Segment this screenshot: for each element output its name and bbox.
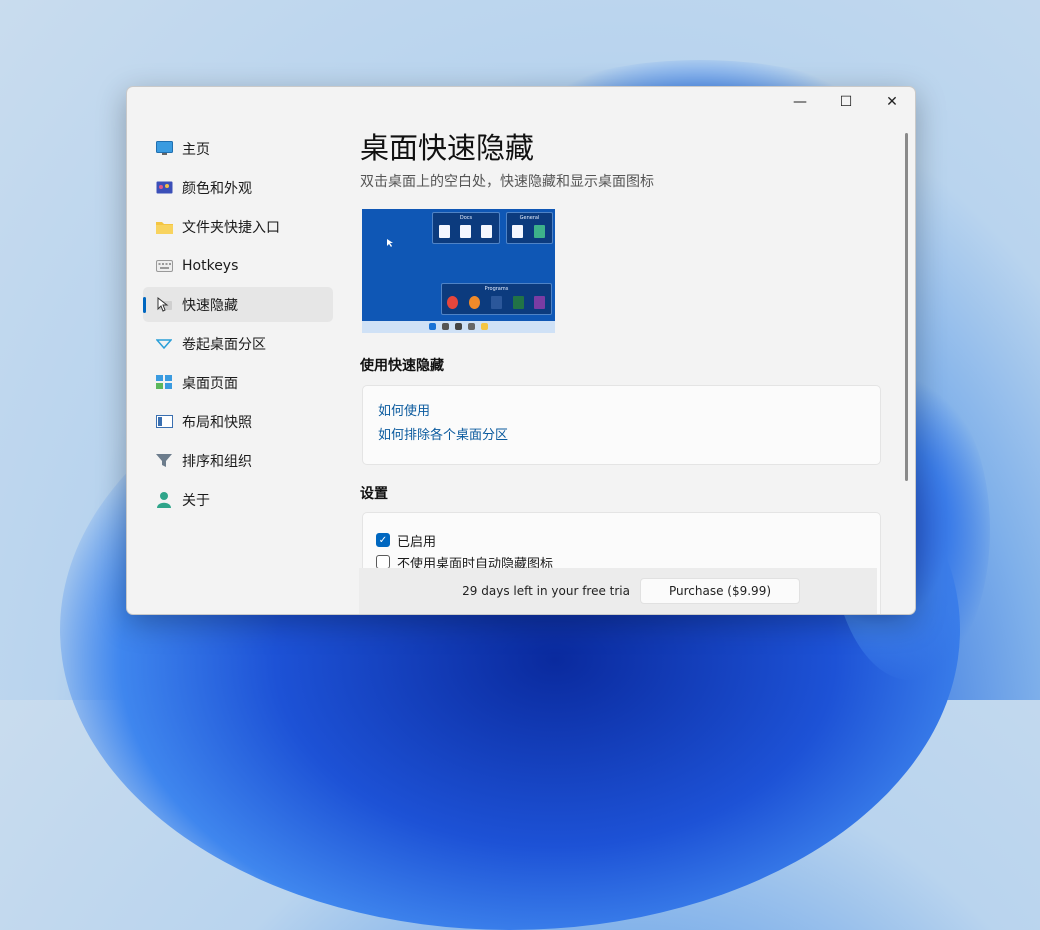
sidebar-item-label: 颜色和外观 — [182, 180, 252, 197]
preview-group-general: General — [506, 212, 553, 244]
sidebar-item-rollup[interactable]: 卷起桌面分区 — [143, 326, 333, 361]
palette-icon — [155, 179, 173, 197]
pages-icon — [155, 374, 173, 392]
main-content: 桌面快速隐藏 双击桌面上的空白处，快速隐藏和显示桌面图标 Docs Genera… — [360, 127, 896, 614]
file-icon — [512, 225, 523, 238]
sidebar-item-label: 桌面页面 — [182, 375, 238, 392]
explorer-icon — [481, 323, 488, 330]
monitor-icon — [155, 140, 173, 158]
sidebar-item-label: 排序和组织 — [182, 453, 252, 470]
sidebar-nav: 主页 颜色和外观 文件夹快捷入口 Hotkeys 快速隐藏 卷起桌面分区 桌面页… — [143, 131, 333, 521]
excel-icon — [513, 296, 524, 309]
minimize-button[interactable]: — — [777, 87, 823, 117]
sidebar-item-layouts[interactable]: 布局和快照 — [143, 404, 333, 439]
preview-group-title: General — [519, 215, 540, 221]
chrome-icon — [447, 296, 458, 309]
preview-taskbar — [362, 321, 555, 333]
preview-group-title: Docs — [459, 215, 473, 221]
filter-icon — [155, 452, 173, 470]
page-title: 桌面快速隐藏 — [360, 131, 535, 165]
layout-icon — [155, 413, 173, 431]
quick-hide-preview-image: Docs General Programs — [362, 209, 555, 333]
firefox-icon — [469, 296, 480, 309]
usage-section-title: 使用快速隐藏 — [360, 358, 444, 374]
usage-card: 如何使用 如何排除各个桌面分区 — [362, 385, 881, 465]
sidebar-item-about[interactable]: 关于 — [143, 482, 333, 517]
settings-icon — [468, 323, 475, 330]
sidebar-item-appearance[interactable]: 颜色和外观 — [143, 170, 333, 205]
content-scrollbar[interactable] — [905, 133, 908, 481]
hide-cursor-icon — [155, 296, 173, 314]
app-window: — ☐ ✕ 主页 颜色和外观 文件夹快捷入口 Hotkeys 快速隐藏 卷起桌面… — [126, 86, 916, 615]
sidebar-item-label: 卷起桌面分区 — [182, 336, 266, 353]
enabled-checkbox-row[interactable]: ✓ 已启用 — [376, 529, 880, 551]
sidebar-item-desktop-pages[interactable]: 桌面页面 — [143, 365, 333, 400]
settings-section-title: 设置 — [360, 486, 388, 502]
sidebar-item-label: 布局和快照 — [182, 414, 252, 431]
how-to-use-link[interactable]: 如何使用 — [378, 400, 880, 424]
cursor-icon — [387, 239, 393, 247]
sidebar-item-home[interactable]: 主页 — [143, 131, 333, 166]
sidebar-item-label: 快速隐藏 — [182, 297, 238, 314]
auto-hide-checkbox[interactable] — [376, 555, 390, 569]
onenote-icon — [534, 296, 545, 309]
sidebar-item-hotkeys[interactable]: Hotkeys — [143, 248, 333, 283]
page-subtitle: 双击桌面上的空白处，快速隐藏和显示桌面图标 — [360, 174, 654, 190]
person-icon — [155, 491, 173, 509]
file-icon — [460, 225, 471, 238]
how-to-exclude-link[interactable]: 如何排除各个桌面分区 — [378, 424, 880, 448]
taskview-icon — [455, 323, 462, 330]
sidebar-item-quick-hide[interactable]: 快速隐藏 — [143, 287, 333, 322]
purchase-button[interactable]: Purchase ($9.99) — [640, 578, 800, 604]
enabled-checkbox[interactable]: ✓ — [376, 533, 390, 547]
folder-icon — [155, 218, 173, 236]
word-icon — [491, 296, 502, 309]
maximize-button[interactable]: ☐ — [823, 87, 869, 117]
start-icon — [429, 323, 436, 330]
sidebar-item-label: Hotkeys — [182, 257, 239, 274]
search-icon — [442, 323, 449, 330]
sidebar-item-sorting[interactable]: 排序和组织 — [143, 443, 333, 478]
file-icon — [439, 225, 450, 238]
sidebar-item-folder-portals[interactable]: 文件夹快捷入口 — [143, 209, 333, 244]
rollup-icon — [155, 335, 173, 353]
close-button[interactable]: ✕ — [869, 87, 915, 117]
trial-status-text: 29 days left in your free tria — [462, 584, 630, 598]
preview-group-title: Programs — [484, 286, 509, 292]
file-icon — [534, 225, 545, 238]
sidebar-item-label: 关于 — [182, 492, 210, 509]
file-icon — [481, 225, 492, 238]
trial-footer: 29 days left in your free tria Purchase … — [359, 568, 877, 614]
keyboard-icon — [155, 257, 173, 275]
sidebar-item-label: 主页 — [182, 141, 210, 158]
preview-group-programs: Programs — [441, 283, 552, 315]
enabled-label: 已启用 — [397, 534, 437, 550]
sidebar-item-label: 文件夹快捷入口 — [182, 219, 280, 236]
preview-group-docs: Docs — [432, 212, 500, 244]
